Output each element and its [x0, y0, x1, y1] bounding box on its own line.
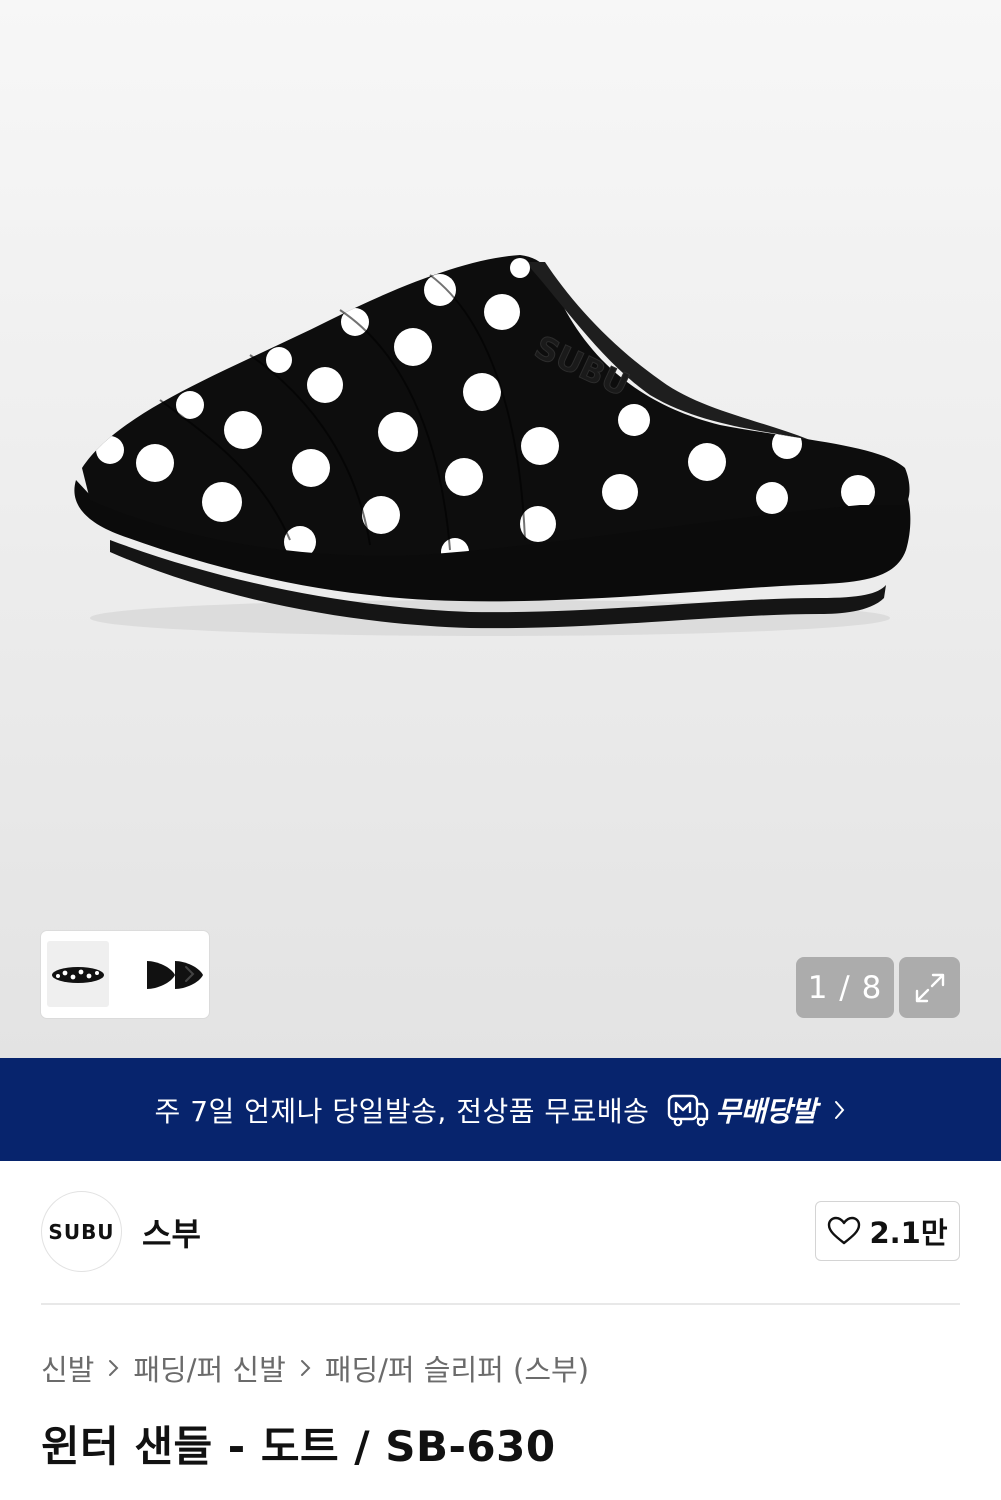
thumbnail-2[interactable] [145, 941, 209, 1007]
chevron-right-icon [108, 1358, 120, 1378]
brand-logo[interactable]: SUBU [41, 1191, 122, 1272]
breadcrumb: 신발 패딩/퍼 신발 패딩/퍼 슬리퍼 (스부) [41, 1346, 589, 1390]
expand-button[interactable] [899, 957, 960, 1018]
banner-text: 주 7일 언제나 당일발송, 전상품 무료배송 [154, 1094, 650, 1128]
brand-logo-text: SUBU [48, 1219, 115, 1244]
thumbnail-1[interactable] [47, 941, 109, 1007]
chevron-right-icon[interactable] [183, 961, 197, 987]
product-image: SUBU [74, 255, 911, 636]
product-title: 윈터 샌들 - 도트 / SB-630 [41, 1422, 556, 1471]
divider [41, 1303, 960, 1305]
chevron-right-icon [835, 1100, 845, 1119]
like-button[interactable]: 2.1만 [815, 1201, 960, 1261]
banner-logo: 무배당발 [667, 1090, 817, 1130]
image-counter: 1 / 8 [796, 957, 894, 1018]
brand-name[interactable]: 스부 [142, 1209, 201, 1255]
chevron-right-icon [300, 1358, 312, 1378]
brand-row: SUBU 스부 2.1만 [41, 1191, 960, 1273]
thumbnail-strip[interactable] [41, 931, 209, 1018]
delivery-banner[interactable]: 주 7일 언제나 당일발송, 전상품 무료배송 무배당발 [0, 1058, 1001, 1161]
heart-icon [828, 1216, 861, 1245]
breadcrumb-item-shoes[interactable]: 신발 [41, 1347, 94, 1389]
like-count: 2.1만 [869, 1216, 948, 1250]
expand-icon [915, 973, 944, 1002]
product-image-gallery[interactable]: SUBU 1 / 8 [0, 0, 1001, 1058]
banner-logo-text: 무배당발 [715, 1094, 817, 1128]
m-truck-icon [668, 1094, 709, 1126]
breadcrumb-item-padding-shoes[interactable]: 패딩/퍼 신발 [133, 1347, 285, 1389]
breadcrumb-item-padding-slippers[interactable]: 패딩/퍼 슬리퍼 (스부) [325, 1347, 589, 1389]
